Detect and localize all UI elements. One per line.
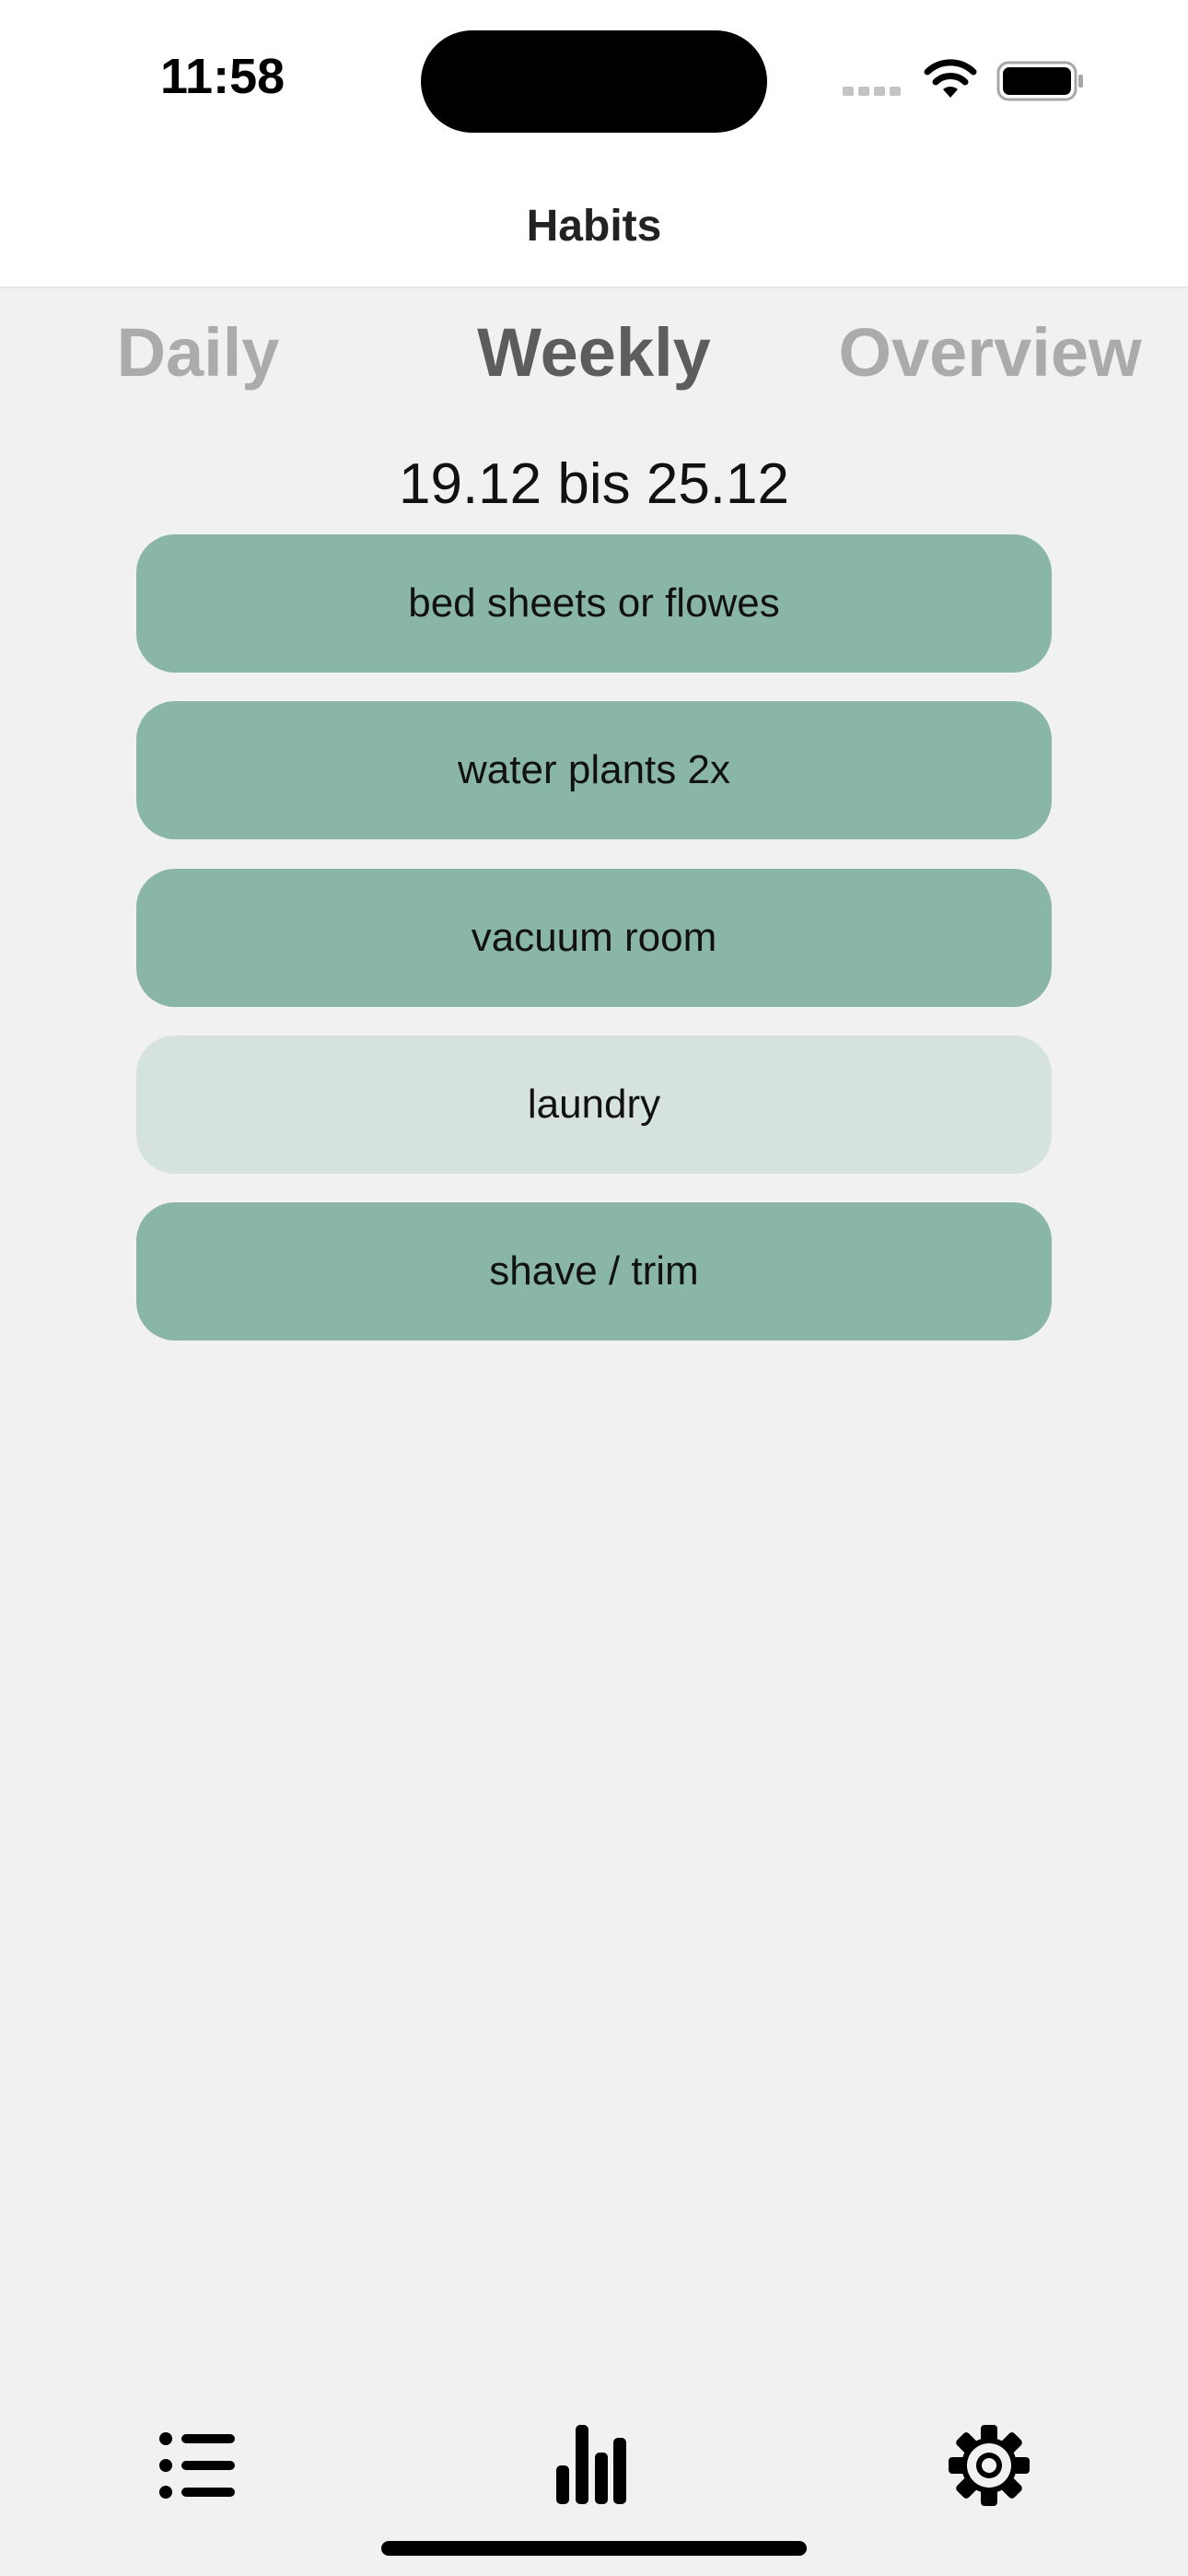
- status-time: 11:58: [160, 49, 285, 104]
- page-title: Habits: [526, 202, 662, 251]
- navigation-bar: Habits: [0, 166, 1188, 288]
- bar-chart-icon[interactable]: [554, 2423, 628, 2504]
- tab-overview[interactable]: Overview: [810, 313, 1170, 392]
- list-icon[interactable]: [158, 2430, 236, 2500]
- habit-label: water plants 2x: [458, 747, 730, 792]
- habit-item-laundry[interactable]: laundry: [136, 1036, 1052, 1174]
- tab-weekly[interactable]: Weekly: [451, 313, 737, 392]
- status-bar: 11:58: [0, 0, 1188, 166]
- wifi-icon: [924, 59, 977, 98]
- habit-label: vacuum room: [471, 915, 717, 960]
- dynamic-island: [421, 30, 767, 133]
- battery-icon: [996, 61, 1083, 101]
- gear-icon[interactable]: [947, 2423, 1031, 2508]
- habit-item-vacuum-room[interactable]: vacuum room: [136, 869, 1052, 1007]
- habit-item-water-plants[interactable]: water plants 2x: [136, 701, 1052, 839]
- date-range: 19.12 bis 25.12: [398, 452, 789, 516]
- habit-label: bed sheets or flowes: [408, 580, 780, 626]
- habit-item-bed-sheets[interactable]: bed sheets or flowes: [136, 534, 1052, 673]
- habit-label: laundry: [527, 1082, 661, 1127]
- habit-label: shave / trim: [489, 1248, 699, 1294]
- habit-item-shave-trim[interactable]: shave / trim: [136, 1202, 1052, 1341]
- tab-daily[interactable]: Daily: [55, 313, 341, 392]
- home-indicator: [381, 2541, 807, 2556]
